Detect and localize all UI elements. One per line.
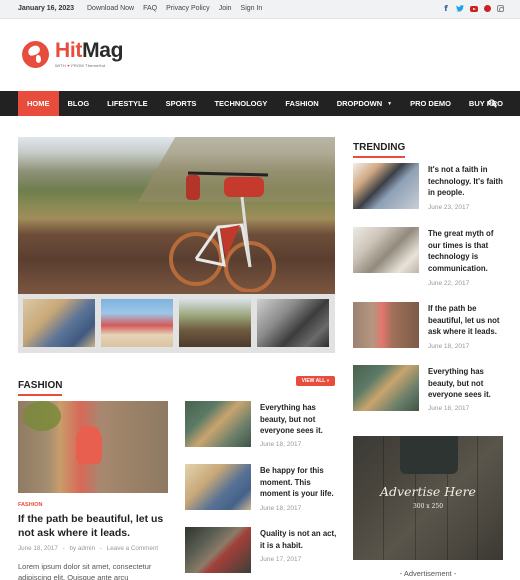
trending-item-title[interactable]: Everything has beauty, but not everyone …: [428, 366, 503, 401]
nav-item-dropdown[interactable]: Dropdown ▼: [328, 91, 401, 116]
nav-item-technology[interactable]: Technology: [205, 91, 276, 116]
nav-item-lifestyle[interactable]: Lifestyle: [98, 91, 156, 116]
fashion-item-date: June 18, 2017: [260, 441, 302, 448]
facebook-icon[interactable]: f: [442, 4, 450, 13]
trending-item-thumbnail[interactable]: [353, 365, 419, 411]
post-excerpt: Lorem ipsum dolor sit amet, consectetur …: [18, 562, 152, 580]
search-icon[interactable]: [488, 99, 497, 108]
featured-post-title[interactable]: If the path be beautiful, let us not ask…: [18, 512, 173, 540]
trending-item: The great myth of our times is that tech…: [353, 227, 503, 287]
bicycle-image: [169, 171, 276, 292]
top-bar: January 16, 2023 Download Now FAQ Privac…: [0, 0, 520, 19]
trending-item-title[interactable]: It's not a faith in technology. It's fai…: [428, 164, 503, 199]
advertisement-banner[interactable]: Advertise Here 300 x 250: [353, 436, 503, 560]
social-links: f: [442, 4, 504, 13]
fashion-list-item: Be happy for this moment. This moment is…: [185, 464, 340, 524]
nav-item-fashion[interactable]: Fashion: [276, 91, 327, 116]
featured-post-image[interactable]: [18, 401, 168, 493]
nav-item-blog[interactable]: Blog: [59, 91, 99, 116]
featured-slide-image[interactable]: [18, 137, 335, 294]
view-all-button[interactable]: View All »: [296, 376, 335, 386]
main-navigation: Home Blog Lifestyle Sports Technology Fa…: [0, 91, 520, 116]
post-category[interactable]: Fashion: [18, 502, 42, 508]
trending-item: Everything has beauty, but not everyone …: [353, 365, 503, 425]
fashion-title: Fashion: [18, 380, 63, 396]
fashion-item-date: June 18, 2017: [260, 505, 302, 512]
fashion-item-title[interactable]: Everything has beauty, but not everyone …: [260, 402, 340, 437]
slider-thumbnail[interactable]: [179, 299, 251, 347]
nav-item-home[interactable]: Home: [18, 91, 59, 116]
trending-widget: Trending It's not a faith in technology.…: [353, 137, 503, 412]
advertisement-label: - Advertisement -: [399, 569, 457, 578]
trending-item-title[interactable]: The great myth of our times is that tech…: [428, 228, 503, 274]
post-author[interactable]: by admin: [70, 545, 96, 552]
slider-thumbnail[interactable]: [257, 299, 329, 347]
top-link-sign-in[interactable]: Sign In: [241, 5, 263, 12]
fashion-item-thumbnail[interactable]: [185, 401, 251, 447]
current-date: January 16, 2023: [18, 5, 75, 12]
fashion-section-header: Fashion: [18, 375, 63, 396]
globe-logo-icon: [22, 40, 49, 68]
pinterest-icon[interactable]: [484, 5, 491, 12]
featured-slider: [18, 137, 335, 353]
nav-item-pro-demo[interactable]: Pro Demo: [401, 91, 460, 116]
trending-item-date: June 22, 2017: [428, 280, 470, 287]
fashion-item-title[interactable]: Quality is not an act, it is a habit.: [260, 528, 340, 551]
top-links: Download Now FAQ Privacy Policy Join Sig…: [87, 5, 262, 12]
caret-down-icon: ▼: [387, 100, 393, 107]
fashion-item-title[interactable]: Be happy for this moment. This moment is…: [260, 465, 340, 500]
trending-item-date: June 18, 2017: [428, 343, 470, 350]
trending-item: If the path be beautiful, let us not ask…: [353, 302, 503, 362]
site-tagline: WITH ♥ FROM ThemeHut: [55, 63, 106, 68]
post-meta: June 18, 2017 - by admin - Leave a Comme…: [18, 545, 159, 552]
twitter-icon[interactable]: [456, 4, 464, 13]
trending-title: Trending: [353, 142, 406, 158]
site-logo[interactable]: HitMag WITH ♥ FROM ThemeHut: [22, 39, 124, 68]
fashion-list-item: Everything has beauty, but not everyone …: [185, 401, 340, 461]
top-link-privacy-policy[interactable]: Privacy Policy: [166, 5, 210, 12]
trending-item-date: June 23, 2017: [428, 204, 470, 211]
trending-item-thumbnail[interactable]: [353, 227, 419, 273]
slider-thumbnail[interactable]: [23, 299, 95, 347]
trending-item-thumbnail[interactable]: [353, 302, 419, 348]
typewriter-image: [400, 436, 458, 474]
post-comments-link[interactable]: Leave a Comment: [107, 545, 158, 552]
fashion-list-item: Quality is not an act, it is a habit. Ju…: [185, 527, 340, 580]
youtube-icon[interactable]: [470, 6, 478, 12]
top-link-join[interactable]: Join: [219, 5, 232, 12]
trending-item-thumbnail[interactable]: [353, 163, 419, 209]
heart-icon: ♥: [67, 63, 70, 68]
instagram-icon[interactable]: [497, 5, 504, 12]
trending-item-title[interactable]: If the path be beautiful, let us not ask…: [428, 303, 503, 338]
slider-thumbnail[interactable]: [101, 299, 173, 347]
nav-item-sports[interactable]: Sports: [157, 91, 206, 116]
ad-size: 300 x 250: [412, 503, 444, 510]
top-link-faq[interactable]: FAQ: [143, 5, 157, 12]
ad-headline: Advertise Here: [380, 484, 476, 499]
fashion-item-thumbnail[interactable]: [185, 527, 251, 573]
fashion-item-thumbnail[interactable]: [185, 464, 251, 510]
fashion-item-date: June 17, 2017: [260, 556, 302, 563]
post-date[interactable]: June 18, 2017: [18, 545, 58, 552]
slider-thumbnails: [23, 299, 329, 347]
trending-item: It's not a faith in technology. It's fai…: [353, 163, 503, 223]
trending-item-date: June 18, 2017: [428, 405, 470, 412]
top-link-download-now[interactable]: Download Now: [87, 5, 134, 12]
site-title: HitMag: [55, 39, 124, 62]
